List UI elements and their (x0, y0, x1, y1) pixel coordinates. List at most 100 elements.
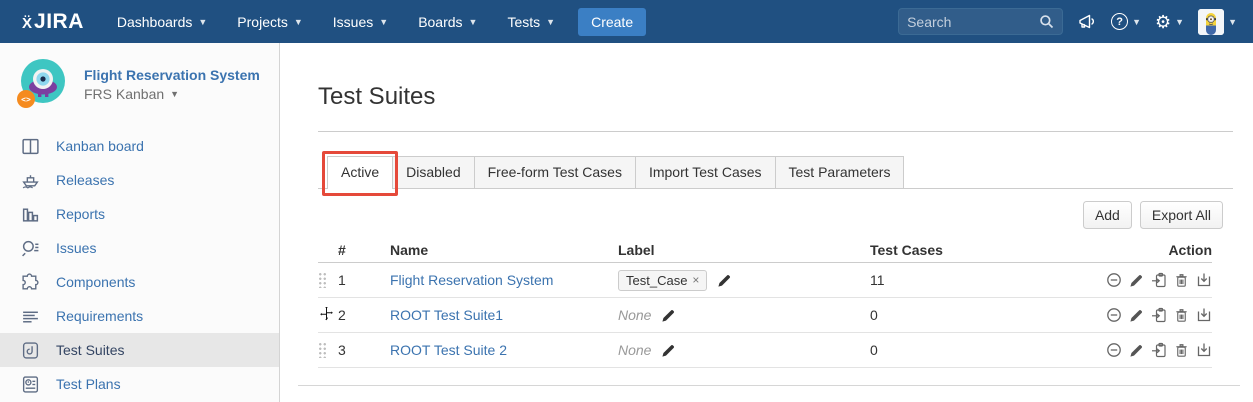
jira-logo-icon: Ẍ (22, 15, 33, 32)
user-avatar (1198, 9, 1224, 35)
project-info: Flight Reservation System FRS Kanban ▼ (84, 65, 260, 102)
sidebar-item-reports[interactable]: Reports (0, 197, 279, 231)
delete-suite-icon[interactable] (1174, 308, 1189, 323)
tab-active[interactable]: Active (327, 156, 393, 189)
test-case-count: 11 (870, 272, 1080, 288)
move-cursor-icon[interactable] (318, 305, 335, 325)
sidebar-item-test-plans[interactable]: Test Plans (0, 367, 279, 401)
tab-test-parameters[interactable]: Test Parameters (775, 156, 905, 188)
drag-handle-icon[interactable] (318, 342, 327, 358)
export-suite-icon[interactable] (1196, 342, 1212, 358)
sidebar-item-components[interactable]: Components (0, 265, 279, 299)
row-actions (1080, 342, 1212, 358)
navbar-right: ? ▼ ⚙ ▼ ▼ (898, 8, 1253, 35)
jira-logo[interactable]: Ẍ JIRA (22, 10, 84, 34)
reports-icon (19, 205, 41, 224)
add-button[interactable]: Add (1083, 201, 1132, 229)
row-actions (1080, 307, 1212, 323)
kanban-board-icon (19, 137, 41, 156)
test-suites-icon (19, 341, 41, 360)
edit-suite-icon[interactable] (1129, 273, 1144, 288)
main-content: Test Suites Active Disabled Free-form Te… (280, 43, 1253, 402)
project-avatar[interactable]: <> (16, 57, 68, 109)
row-number: 2 (338, 307, 390, 323)
menu-boards[interactable]: Boards ▼ (403, 0, 492, 43)
feedback-megaphone-icon[interactable] (1077, 12, 1097, 32)
row-number: 3 (338, 342, 390, 358)
delete-suite-icon[interactable] (1174, 273, 1189, 288)
menu-issues[interactable]: Issues ▼ (318, 0, 403, 43)
label-chip: Test_Case × (618, 270, 707, 291)
help-menu[interactable]: ? ▼ (1111, 13, 1141, 30)
export-suite-icon[interactable] (1196, 272, 1212, 288)
table-header-row: # Name Label Test Cases Action (318, 237, 1212, 263)
project-name-link[interactable]: Flight Reservation System (84, 65, 260, 86)
search-box[interactable] (898, 8, 1063, 35)
section-bottom-divider (298, 385, 1240, 386)
settings-menu[interactable]: ⚙ ▼ (1155, 13, 1184, 31)
edit-suite-icon[interactable] (1129, 343, 1144, 358)
chevron-down-icon: ▼ (170, 89, 179, 99)
drag-handle-icon[interactable] (318, 272, 327, 288)
remove-label-icon[interactable]: × (692, 273, 699, 287)
project-header: <> Flight Reservation System FRS Kanban … (0, 43, 279, 123)
test-case-count: 0 (870, 342, 1080, 358)
project-sidebar: <> Flight Reservation System FRS Kanban … (0, 43, 280, 402)
suite-name-link[interactable]: ROOT Test Suite1 (390, 307, 503, 323)
top-navbar: Ẍ JIRA Dashboards ▼ Projects ▼ Issues ▼ … (0, 0, 1253, 43)
board-switcher[interactable]: FRS Kanban ▼ (84, 86, 260, 102)
menu-tests[interactable]: Tests ▼ (492, 0, 570, 43)
test-suites-table: # Name Label Test Cases Action 1 Flight … (318, 237, 1212, 368)
search-icon (1039, 14, 1054, 29)
disable-suite-icon[interactable] (1106, 307, 1122, 323)
edit-suite-icon[interactable] (1129, 308, 1144, 323)
help-icon: ? (1111, 13, 1128, 30)
tab-import-test-cases[interactable]: Import Test Cases (635, 156, 776, 188)
table-toolbar: Add Export All (318, 201, 1223, 229)
menu-dashboards[interactable]: Dashboards ▼ (102, 0, 222, 43)
jira-logo-text: JIRA (34, 10, 84, 34)
sidebar-item-releases[interactable]: Releases (0, 163, 279, 197)
import-clipboard-icon[interactable] (1151, 272, 1167, 288)
create-button[interactable]: Create (578, 8, 646, 36)
tab-disabled[interactable]: Disabled (392, 156, 474, 188)
disable-suite-icon[interactable] (1106, 272, 1122, 288)
column-header-action: Action (1080, 242, 1212, 258)
edit-label-icon[interactable] (661, 308, 676, 323)
chevron-down-icon: ▼ (198, 17, 207, 27)
page-title: Test Suites (318, 83, 1233, 111)
sidebar-nav: Kanban board Releases Reports (0, 129, 279, 401)
export-suite-icon[interactable] (1196, 307, 1212, 323)
test-plans-icon (19, 375, 41, 394)
disable-suite-icon[interactable] (1106, 342, 1122, 358)
chevron-down-icon: ▼ (1228, 17, 1237, 27)
tab-free-form-test-cases[interactable]: Free-form Test Cases (474, 156, 636, 188)
import-clipboard-icon[interactable] (1151, 342, 1167, 358)
column-header-label: Label (618, 242, 870, 258)
test-case-count: 0 (870, 307, 1080, 323)
delete-suite-icon[interactable] (1174, 343, 1189, 358)
chevron-down-icon: ▼ (1175, 17, 1184, 27)
column-header-name: Name (390, 242, 618, 258)
sidebar-item-requirements[interactable]: Requirements (0, 299, 279, 333)
sidebar-item-kanban-board[interactable]: Kanban board (0, 129, 279, 163)
edit-label-icon[interactable] (717, 273, 732, 288)
chevron-down-icon: ▼ (1132, 17, 1141, 27)
title-divider (318, 131, 1233, 132)
releases-icon (19, 171, 41, 190)
issues-icon (19, 239, 41, 258)
suite-name-link[interactable]: ROOT Test Suite 2 (390, 342, 507, 358)
sidebar-item-issues[interactable]: Issues (0, 231, 279, 265)
components-icon (19, 273, 41, 292)
menu-projects[interactable]: Projects ▼ (222, 0, 318, 43)
export-all-button[interactable]: Export All (1140, 201, 1223, 229)
sidebar-item-test-suites[interactable]: Test Suites (0, 333, 279, 367)
search-input[interactable] (907, 14, 1039, 30)
chevron-down-icon: ▼ (546, 17, 555, 27)
tabs-bar: Active Disabled Free-form Test Cases Imp… (318, 155, 1233, 189)
import-clipboard-icon[interactable] (1151, 307, 1167, 323)
edit-label-icon[interactable] (661, 343, 676, 358)
suite-name-link[interactable]: Flight Reservation System (390, 272, 553, 288)
user-menu[interactable]: ▼ (1198, 9, 1237, 35)
table-row: 3 ROOT Test Suite 2 None 0 (318, 333, 1212, 368)
